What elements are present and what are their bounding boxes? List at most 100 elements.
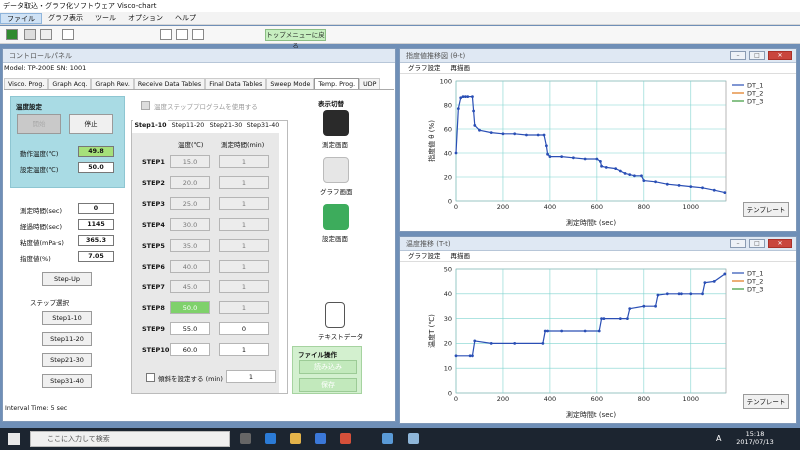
step-time-input[interactable]: 1 <box>219 155 269 168</box>
data-point <box>723 191 727 194</box>
y-tick-label: 20 <box>444 173 452 181</box>
y-tick-label: 0 <box>448 197 452 205</box>
graph-settings-menu[interactable]: グラフ設定 <box>408 252 441 260</box>
app-taskbar-icon[interactable] <box>408 433 419 444</box>
data-point <box>513 342 517 345</box>
data-point <box>466 95 470 98</box>
tab-final-data[interactable]: Final Data Tables <box>205 78 267 89</box>
menu-help[interactable]: ヘルプ <box>169 13 202 23</box>
step-time-input[interactable]: 1 <box>219 238 269 252</box>
step-temp-input[interactable]: 20.0 <box>170 175 210 189</box>
wrench-icon[interactable] <box>323 204 349 230</box>
step-select-31-40-button[interactable]: Step31-40 <box>42 374 92 388</box>
step-tab-21-30[interactable]: Step21-30 <box>208 120 244 132</box>
step-temp-input[interactable]: 25.0 <box>170 196 210 210</box>
redraw-menu[interactable]: 再描画 <box>451 64 471 72</box>
menu-tools[interactable]: ツール <box>89 13 122 23</box>
use-program-checkbox[interactable] <box>141 101 150 110</box>
viscosity-label: 粘度値(mPa·s) <box>20 239 64 247</box>
clock-date: 2017/07/13 <box>736 438 774 446</box>
plot-area <box>455 80 727 202</box>
load-button[interactable]: 読み込み <box>299 360 357 374</box>
open-icon[interactable] <box>24 29 36 40</box>
toolbar: トップメニューに戻る <box>0 26 800 50</box>
template-button-2[interactable]: テンプレート <box>743 394 789 409</box>
step-temp-input[interactable]: 35.0 <box>170 238 210 252</box>
ime-indicator[interactable]: A <box>716 434 721 443</box>
step-time-input[interactable]: 1 <box>219 301 269 315</box>
data-point <box>454 354 458 358</box>
layout-split-icon[interactable] <box>176 29 188 40</box>
slope-checkbox[interactable] <box>146 373 155 382</box>
media-icon[interactable] <box>340 433 351 444</box>
new-icon[interactable] <box>6 29 18 40</box>
window-icon[interactable] <box>62 29 74 40</box>
minimize-icon[interactable]: – <box>730 239 746 248</box>
tab-graph-rev[interactable]: Graph Rev. <box>91 78 134 89</box>
print-icon[interactable] <box>40 29 52 40</box>
search-input[interactable]: ここに入力して検索 <box>30 431 230 447</box>
step-tab-31-40[interactable]: Step31-40 <box>245 120 281 132</box>
data-point <box>618 169 622 173</box>
step-temp-input[interactable]: 40.0 <box>170 259 210 273</box>
maximize-icon[interactable]: □ <box>749 51 765 60</box>
step-time-input[interactable]: 1 <box>219 196 269 210</box>
gauge-icon[interactable] <box>323 110 349 136</box>
edge-icon[interactable] <box>265 433 276 444</box>
text-document-icon[interactable] <box>325 302 345 328</box>
stop-button[interactable]: 停止 <box>69 114 113 134</box>
step-temp-input[interactable]: 50.0 <box>170 301 210 315</box>
layout-grid-icon[interactable] <box>192 29 204 40</box>
step-time-input[interactable]: 1 <box>219 217 269 231</box>
maximize-icon[interactable]: □ <box>749 239 765 248</box>
step-tab-11-20[interactable]: Step11-20 <box>170 120 206 132</box>
top-menu-button[interactable]: トップメニューに戻る <box>265 29 326 50</box>
save-button[interactable]: 保存 <box>299 378 357 392</box>
legend-label: DT_3 <box>747 285 763 293</box>
start-button[interactable]: 開始 <box>17 114 61 134</box>
folder-icon[interactable] <box>290 433 301 444</box>
tab-graph-acq[interactable]: Graph Acq. <box>48 78 92 89</box>
step-temp-input[interactable]: 55.0 <box>170 322 210 336</box>
menu-options[interactable]: オプション <box>122 13 169 23</box>
slope-input[interactable]: 1 <box>226 370 276 383</box>
step-up-button[interactable]: Step-Up <box>42 272 92 286</box>
redraw-menu[interactable]: 再描画 <box>451 252 471 260</box>
close-icon[interactable]: ✕ <box>768 239 792 248</box>
layout-single-icon[interactable] <box>160 29 172 40</box>
tab-temp-prog[interactable]: Temp. Prog. <box>314 78 360 89</box>
clock[interactable]: 15:18 2017/07/13 <box>732 430 778 446</box>
windows-start-icon[interactable] <box>8 433 20 445</box>
task-view-icon[interactable] <box>240 433 251 444</box>
tab-udp[interactable]: UDP <box>359 78 381 89</box>
step-temp-input[interactable]: 60.0 <box>170 343 210 357</box>
data-point <box>642 179 646 182</box>
close-icon[interactable]: ✕ <box>768 51 792 60</box>
tab-receive-data[interactable]: Receive Data Tables <box>133 78 206 89</box>
step-time-input[interactable]: 1 <box>219 175 269 189</box>
graph-icon[interactable] <box>323 157 349 183</box>
step-time-input[interactable]: 1 <box>219 259 269 273</box>
step-tab-1-10[interactable]: Step1-10 <box>133 120 168 132</box>
step-temp-input[interactable]: 30.0 <box>170 217 210 231</box>
step-time-input[interactable]: 1 <box>219 280 269 294</box>
menu-graph[interactable]: グラフ表示 <box>42 13 89 23</box>
step-temp-input[interactable]: 15.0 <box>170 155 210 168</box>
step-select-title: ステップ選択 <box>30 299 69 307</box>
tab-visco-prog[interactable]: Visco. Prog. <box>4 78 49 89</box>
step-select-21-30-button[interactable]: Step21-30 <box>42 353 92 367</box>
menu-file[interactable]: ファイル <box>0 12 42 24</box>
step-select-1-10-button[interactable]: Step1-10 <box>42 311 92 325</box>
step-time-input[interactable]: 0 <box>219 322 269 336</box>
temperature-graph-window: 温度推移 (T-t) – □ ✕ グラフ設定 再描画 0 200 400 600 800 100… <box>399 236 797 424</box>
step-select-11-20-button[interactable]: Step11-20 <box>42 332 92 346</box>
template-button-1[interactable]: テンプレート <box>743 202 789 217</box>
step-time-input[interactable]: 1 <box>219 343 269 357</box>
step-temp-input[interactable]: 45.0 <box>170 280 210 294</box>
minimize-icon[interactable]: – <box>730 51 746 60</box>
measure-screen-label: 測定画面 <box>322 141 348 149</box>
store-icon[interactable] <box>315 433 326 444</box>
tab-sweep-mode[interactable]: Sweep Mode <box>266 78 315 89</box>
visco-chart-taskbar-icon[interactable] <box>382 433 393 444</box>
graph-settings-menu[interactable]: グラフ設定 <box>408 64 441 72</box>
